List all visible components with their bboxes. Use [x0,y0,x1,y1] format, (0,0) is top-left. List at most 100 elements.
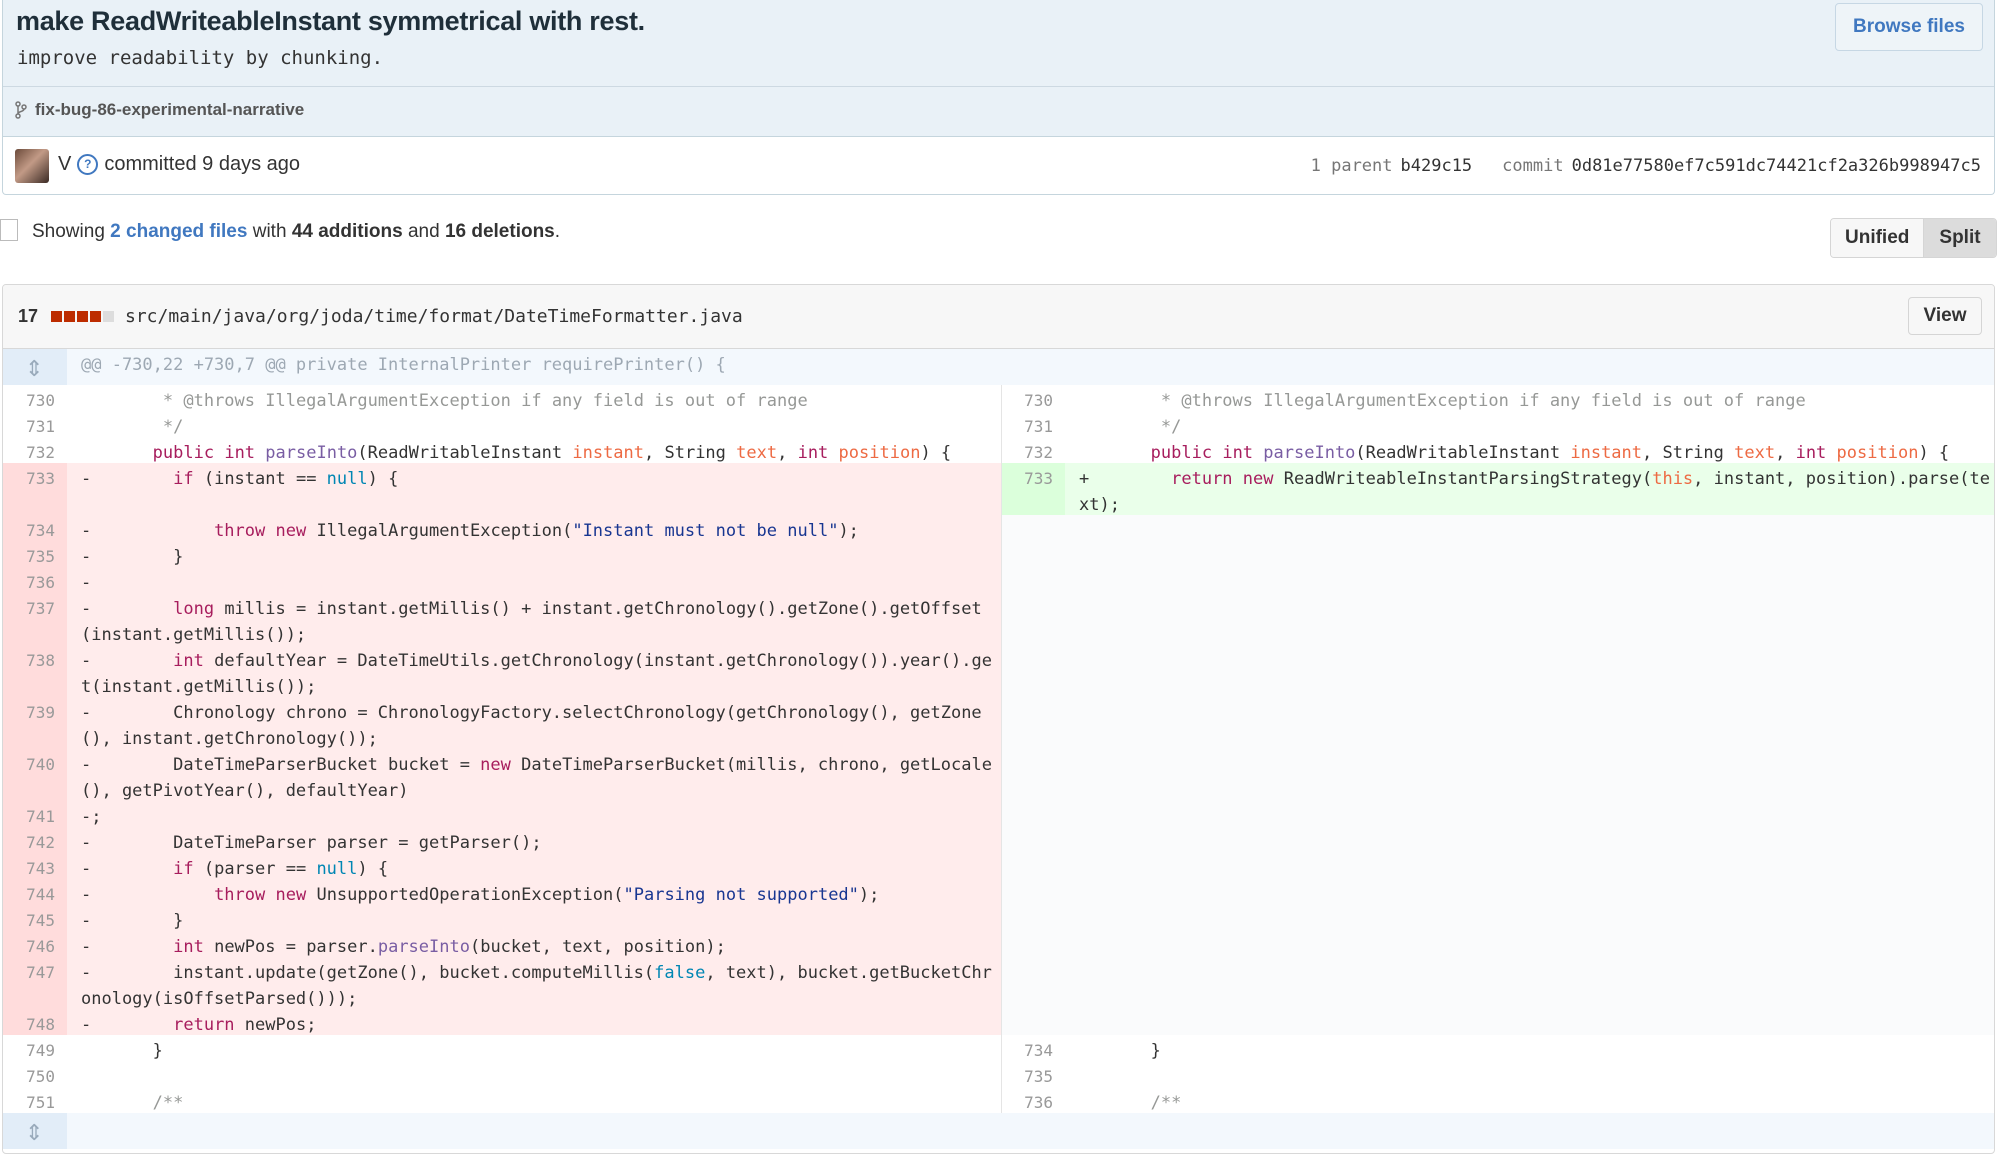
commit-description: improve readability by chunking. [17,47,384,69]
line-number [1001,645,1065,697]
code-line: /** [81,1093,184,1113]
line-number[interactable]: 734 [3,515,67,541]
diff-row: 743- if (parser == null) { [3,853,1994,879]
question-icon[interactable]: ? [77,154,99,175]
code-line: * @throws IllegalArgumentException if an… [1079,391,1806,411]
line-number[interactable]: 750 [3,1061,67,1087]
line-number [1001,905,1065,931]
line-number[interactable]: 742 [3,827,67,853]
commit-label: commit [1502,156,1564,176]
code-line [1065,515,1994,541]
diff-row: 731 */ 731 */ [3,411,1994,437]
line-number[interactable]: 730 [3,385,67,411]
line-number[interactable]: 736 [1001,1087,1065,1113]
code-line [1065,827,1994,853]
commit-summary: make ReadWriteableInstant symmetrical wi… [3,0,1994,137]
line-number [1001,957,1065,1009]
hunk-header [67,1113,1994,1149]
code-line: - if (instant == null) { [67,463,1001,515]
diff-row: 745- } [3,905,1994,931]
line-number[interactable]: 735 [3,541,67,567]
line-number[interactable]: 732 [3,437,67,463]
line-number[interactable]: 735 [1001,1061,1065,1087]
diffstat-block [51,311,62,322]
line-number[interactable]: 736 [3,567,67,593]
file-diff: 17 src/main/java/org/joda/time/format/Da… [2,284,1995,1154]
line-number [1001,879,1065,905]
avatar[interactable] [15,149,49,183]
author-name[interactable]: V [58,153,71,176]
code-line [1065,645,1994,697]
line-number[interactable]: 731 [3,411,67,437]
branch-label[interactable]: fix-bug-86-experimental-narrative [15,100,304,120]
line-number[interactable]: 740 [3,749,67,801]
diff-row: 735- } [3,541,1994,567]
expand-gutter[interactable]: ⇕ [3,1113,67,1149]
line-number[interactable]: 731 [1001,411,1065,437]
code-line: - if (parser == null) { [67,853,1001,879]
additions-count: 44 additions [291,221,403,242]
diff-row: 751 /** 736 /** [3,1087,1994,1113]
line-number[interactable]: 745 [3,905,67,931]
unified-view-button[interactable]: Unified [1831,219,1924,257]
diff-view-toggle: Unified Split [1830,218,1997,258]
line-number[interactable]: 733 [1001,463,1065,515]
code-line: * @throws IllegalArgumentException if an… [81,391,808,411]
diff-row: 732 public int parseInto(ReadWritableIns… [3,437,1994,463]
expand-icon[interactable]: ⇕ [25,1120,43,1146]
line-number[interactable]: 730 [1001,385,1065,411]
line-number[interactable]: 743 [3,853,67,879]
line-number[interactable]: 738 [3,645,67,697]
diff-row: 749 } 734 } [3,1035,1994,1061]
code-line: public int parseInto(ReadWritableInstant… [152,443,952,463]
diff-row: 746- int newPos = parser.parseInto(bucke… [3,931,1994,957]
code-line: - [67,567,1001,593]
diff-row: 738- int defaultYear = DateTimeUtils.get… [3,645,1994,697]
split-view-button[interactable]: Split [1924,219,1996,257]
expand-icon[interactable]: ⇕ [25,356,43,382]
file-path[interactable]: src/main/java/org/joda/time/format/DateT… [125,306,743,327]
diff-row: 736- [3,567,1994,593]
line-number [1001,515,1065,541]
line-number[interactable]: 749 [3,1035,67,1061]
diff-row: 737- long millis = instant.getMillis() +… [3,593,1994,645]
line-number[interactable]: 751 [3,1087,67,1113]
expand-gutter[interactable]: ⇕ [3,349,67,385]
code-line [1065,697,1994,749]
diff-row: 744- throw new UnsupportedOperationExcep… [3,879,1994,905]
code-line: - DateTimeParserBucket bucket = new Date… [67,749,1001,801]
line-number[interactable]: 746 [3,931,67,957]
parent-sha-link[interactable]: b429c15 [1401,156,1473,176]
line-number[interactable]: 734 [1001,1035,1065,1061]
commit-title: make ReadWriteableInstant symmetrical wi… [16,6,645,36]
code-line: } [1079,1041,1161,1061]
code-line [1065,879,1994,905]
changed-files-link[interactable]: 2 changed files [110,221,247,243]
line-number[interactable]: 732 [1001,437,1065,463]
diff-row: 740- DateTimeParserBucket bucket = new D… [3,749,1994,801]
code-line [1065,853,1994,879]
line-number [1001,853,1065,879]
browse-files-button[interactable]: Browse files [1835,3,1983,51]
line-number [1001,541,1065,567]
code-line: public int parseInto(ReadWritableInstant… [1150,443,1950,463]
deletions-count: 16 deletions [444,221,555,242]
line-number[interactable]: 741 [3,801,67,827]
code-line: - return newPos; [67,1009,1001,1035]
line-number[interactable]: 737 [3,593,67,645]
code-line: - int defaultYear = DateTimeUtils.getChr… [67,645,1001,697]
line-number[interactable]: 744 [3,879,67,905]
code-line: - long millis = instant.getMillis() + in… [67,593,1001,645]
diff-row: 747- instant.update(getZone(), bucket.co… [3,957,1994,1009]
line-number[interactable]: 739 [3,697,67,749]
diffstat [51,311,114,322]
line-number[interactable]: 733 [3,463,67,515]
hunk-row: ⇕ @@ -730,22 +730,7 @@ private InternalPr… [3,349,1994,385]
code-line: /** [1079,1093,1182,1113]
diff-row: 733- if (instant == null) {733 + return n… [3,463,1994,515]
line-number[interactable]: 747 [3,957,67,1009]
author-line: V ? committed 9 days ago [58,153,300,176]
line-number[interactable]: 748 [3,1009,67,1035]
view-file-button[interactable]: View [1908,297,1982,335]
